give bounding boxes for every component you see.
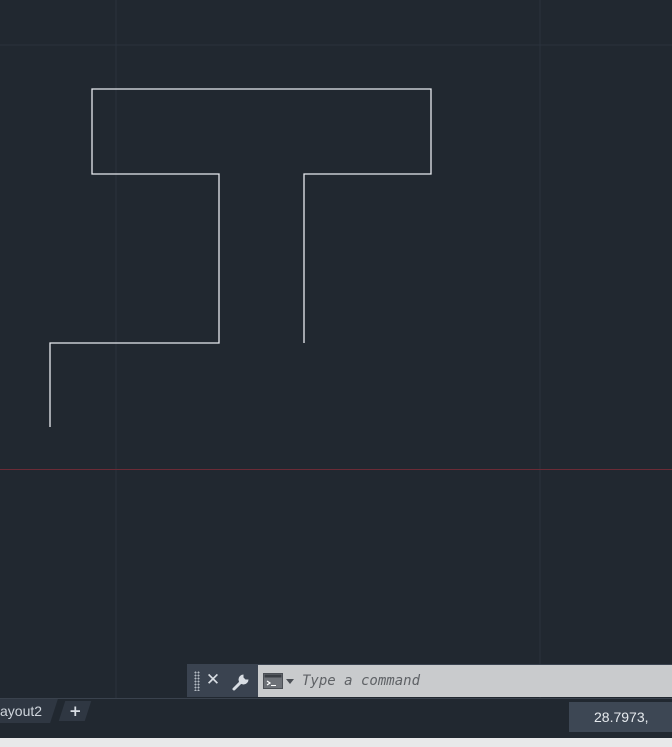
- plus-icon: +: [68, 702, 82, 720]
- coordinate-readout[interactable]: 28.7973,: [569, 702, 672, 732]
- tab-layout2[interactable]: ayout2: [0, 699, 58, 723]
- drawing-canvas[interactable]: [0, 0, 672, 700]
- drawing-area[interactable]: [0, 0, 672, 700]
- command-input[interactable]: [302, 665, 668, 697]
- layout-tab-strip: ayout2 + 28.7973,: [0, 698, 672, 739]
- command-prompt-icon[interactable]: [263, 673, 295, 691]
- command-line-bar: ✕: [187, 664, 672, 697]
- wrench-icon[interactable]: [231, 670, 253, 692]
- tab-layout2-label: ayout2: [0, 703, 43, 719]
- drag-handle-grip[interactable]: [194, 671, 200, 691]
- autocad-window: ✕ ayout2 +: [0, 0, 672, 747]
- add-layout-button[interactable]: +: [58, 701, 92, 721]
- close-icon[interactable]: ✕: [203, 668, 223, 692]
- polyline-shape[interactable]: [49, 88, 432, 427]
- status-bar: [0, 738, 672, 747]
- command-input-box: [258, 665, 672, 697]
